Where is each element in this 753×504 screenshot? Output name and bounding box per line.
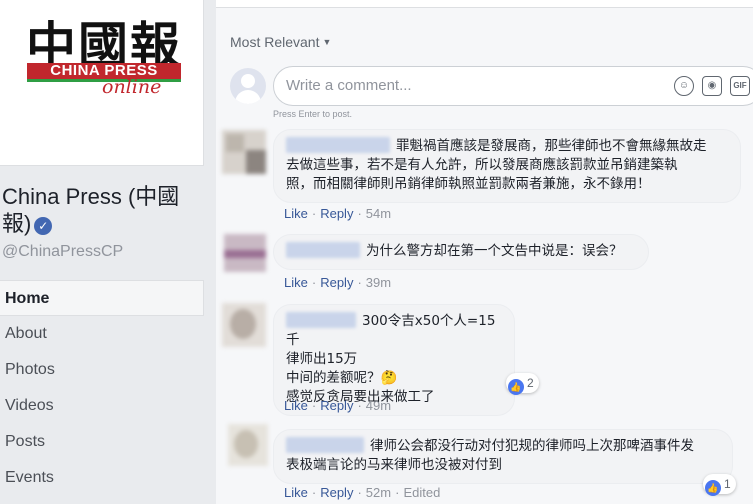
nav-item-photos[interactable]: Photos (0, 352, 204, 388)
like-link[interactable]: Like (284, 398, 308, 413)
reply-link[interactable]: Reply (320, 206, 353, 221)
camera-icon[interactable]: ◉ (702, 76, 722, 96)
caret-down-icon: ▼ (322, 37, 332, 47)
comment-text: 表极端言论的马来律师也没被对付到 (286, 457, 502, 473)
comment-timestamp[interactable]: 54m (366, 206, 391, 221)
commenter-avatar[interactable] (222, 303, 266, 347)
comment-text: 中间的差额呢？🤔 (286, 370, 398, 386)
silhouette-body (235, 90, 261, 104)
gif-icon[interactable]: GIF (730, 76, 750, 96)
commenter-avatar[interactable] (228, 424, 268, 466)
like-link[interactable]: Like (284, 485, 308, 500)
comment-text: 为什么警方却在第一个文告中说是：误会？ (366, 243, 623, 259)
page-name-text: China Press (中國報) (2, 184, 180, 236)
comment-actions: Like · Reply · 39m (284, 275, 392, 290)
nav-item-videos[interactable]: Videos (0, 388, 204, 424)
comment-sort-dropdown[interactable]: Most Relevant ▼ (230, 34, 331, 50)
commenter-name[interactable] (286, 242, 360, 258)
post-bottom-edge (216, 0, 753, 8)
nav-item-home[interactable]: Home (0, 280, 204, 316)
nav-item-about[interactable]: About (0, 316, 204, 352)
edited-indicator[interactable]: Edited (403, 485, 440, 500)
nav-item-posts[interactable]: Posts (0, 424, 204, 460)
like-link[interactable]: Like (284, 275, 308, 290)
thumbs-up-icon: 👍 (508, 379, 524, 395)
reply-link[interactable]: Reply (320, 485, 353, 500)
commenter-name[interactable] (286, 312, 356, 328)
comment-timestamp[interactable]: 52m (366, 485, 391, 500)
comment-actions: Like · Reply · 49m (284, 398, 392, 413)
input-hint: Press Enter to post. (273, 109, 353, 119)
thumbs-up-icon: 👍 (705, 480, 721, 496)
verified-badge-icon: ✓ (34, 217, 53, 235)
comment-input-placeholder: Write a comment... (286, 77, 412, 94)
page-title[interactable]: China Press (中國報) ✓ (2, 183, 202, 237)
reaction-count[interactable]: 👍 2 (506, 373, 539, 395)
reply-link[interactable]: Reply (320, 398, 353, 413)
comment-text: 照，而相關律師則吊銷律師執照並罰款兩者兼施，永不錄用！ (286, 176, 651, 192)
comment-bubble: 罪魁禍首應該是發展商，那些律師也不會無緣無故走 去做這些事，若不是有人允許，所以… (273, 129, 741, 203)
comment-input[interactable]: Write a comment... ☺ ◉ GIF ☻ (273, 66, 753, 106)
comment-bubble: 为什么警方却在第一个文告中说是：误会？ (273, 234, 649, 270)
emoji-icon[interactable]: ☺ (674, 76, 694, 96)
reply-link[interactable]: Reply (320, 275, 353, 290)
reaction-count-value: 1 (724, 477, 731, 491)
like-link[interactable]: Like (284, 206, 308, 221)
comment-timestamp[interactable]: 49m (366, 398, 391, 413)
page-sidebar: 中國報 CHINA PRESS online China Press (中國報)… (0, 0, 216, 504)
comment-text: 罪魁禍首應該是發展商，那些律師也不會無緣無故走 (396, 138, 707, 154)
commenter-name[interactable] (286, 137, 390, 153)
comment-timestamp[interactable]: 39m (366, 275, 391, 290)
reaction-count-value: 2 (527, 376, 534, 390)
comment-actions: Like · Reply · 52m · Edited (284, 485, 441, 500)
comment-text: 律师公会都没行动对付犯规的律师吗上次那啤酒事件发 (370, 438, 694, 454)
nav-item-events[interactable]: Events (0, 460, 204, 496)
page-nav: Home About Photos Videos Posts Events (0, 280, 204, 496)
comment-text: 去做這些事，若不是有人允許，所以發展商應該罰款並吊銷建築執 (286, 157, 678, 173)
logo-online-script: online (102, 76, 162, 98)
current-user-avatar[interactable] (230, 68, 266, 104)
comment-text: 律师出15万 (286, 351, 358, 367)
comments-panel: Most Relevant ▼ Write a comment... ☺ ◉ GI… (216, 0, 753, 504)
commenter-avatar[interactable] (222, 130, 266, 174)
page-handle[interactable]: @ChinaPressCP (2, 243, 123, 261)
comment-actions: Like · Reply · 54m (284, 206, 392, 221)
page-profile-picture[interactable]: 中國報 CHINA PRESS online (0, 0, 204, 166)
sort-label: Most Relevant (230, 34, 320, 50)
comment-bubble: 律师公会都没行动对付犯规的律师吗上次那啤酒事件发 表极端言论的马来律师也没被对付… (273, 429, 733, 484)
commenter-avatar[interactable] (224, 234, 266, 272)
reaction-count[interactable]: 👍 1 (703, 474, 736, 496)
silhouette-head (241, 74, 255, 88)
commenter-name[interactable] (286, 437, 364, 453)
